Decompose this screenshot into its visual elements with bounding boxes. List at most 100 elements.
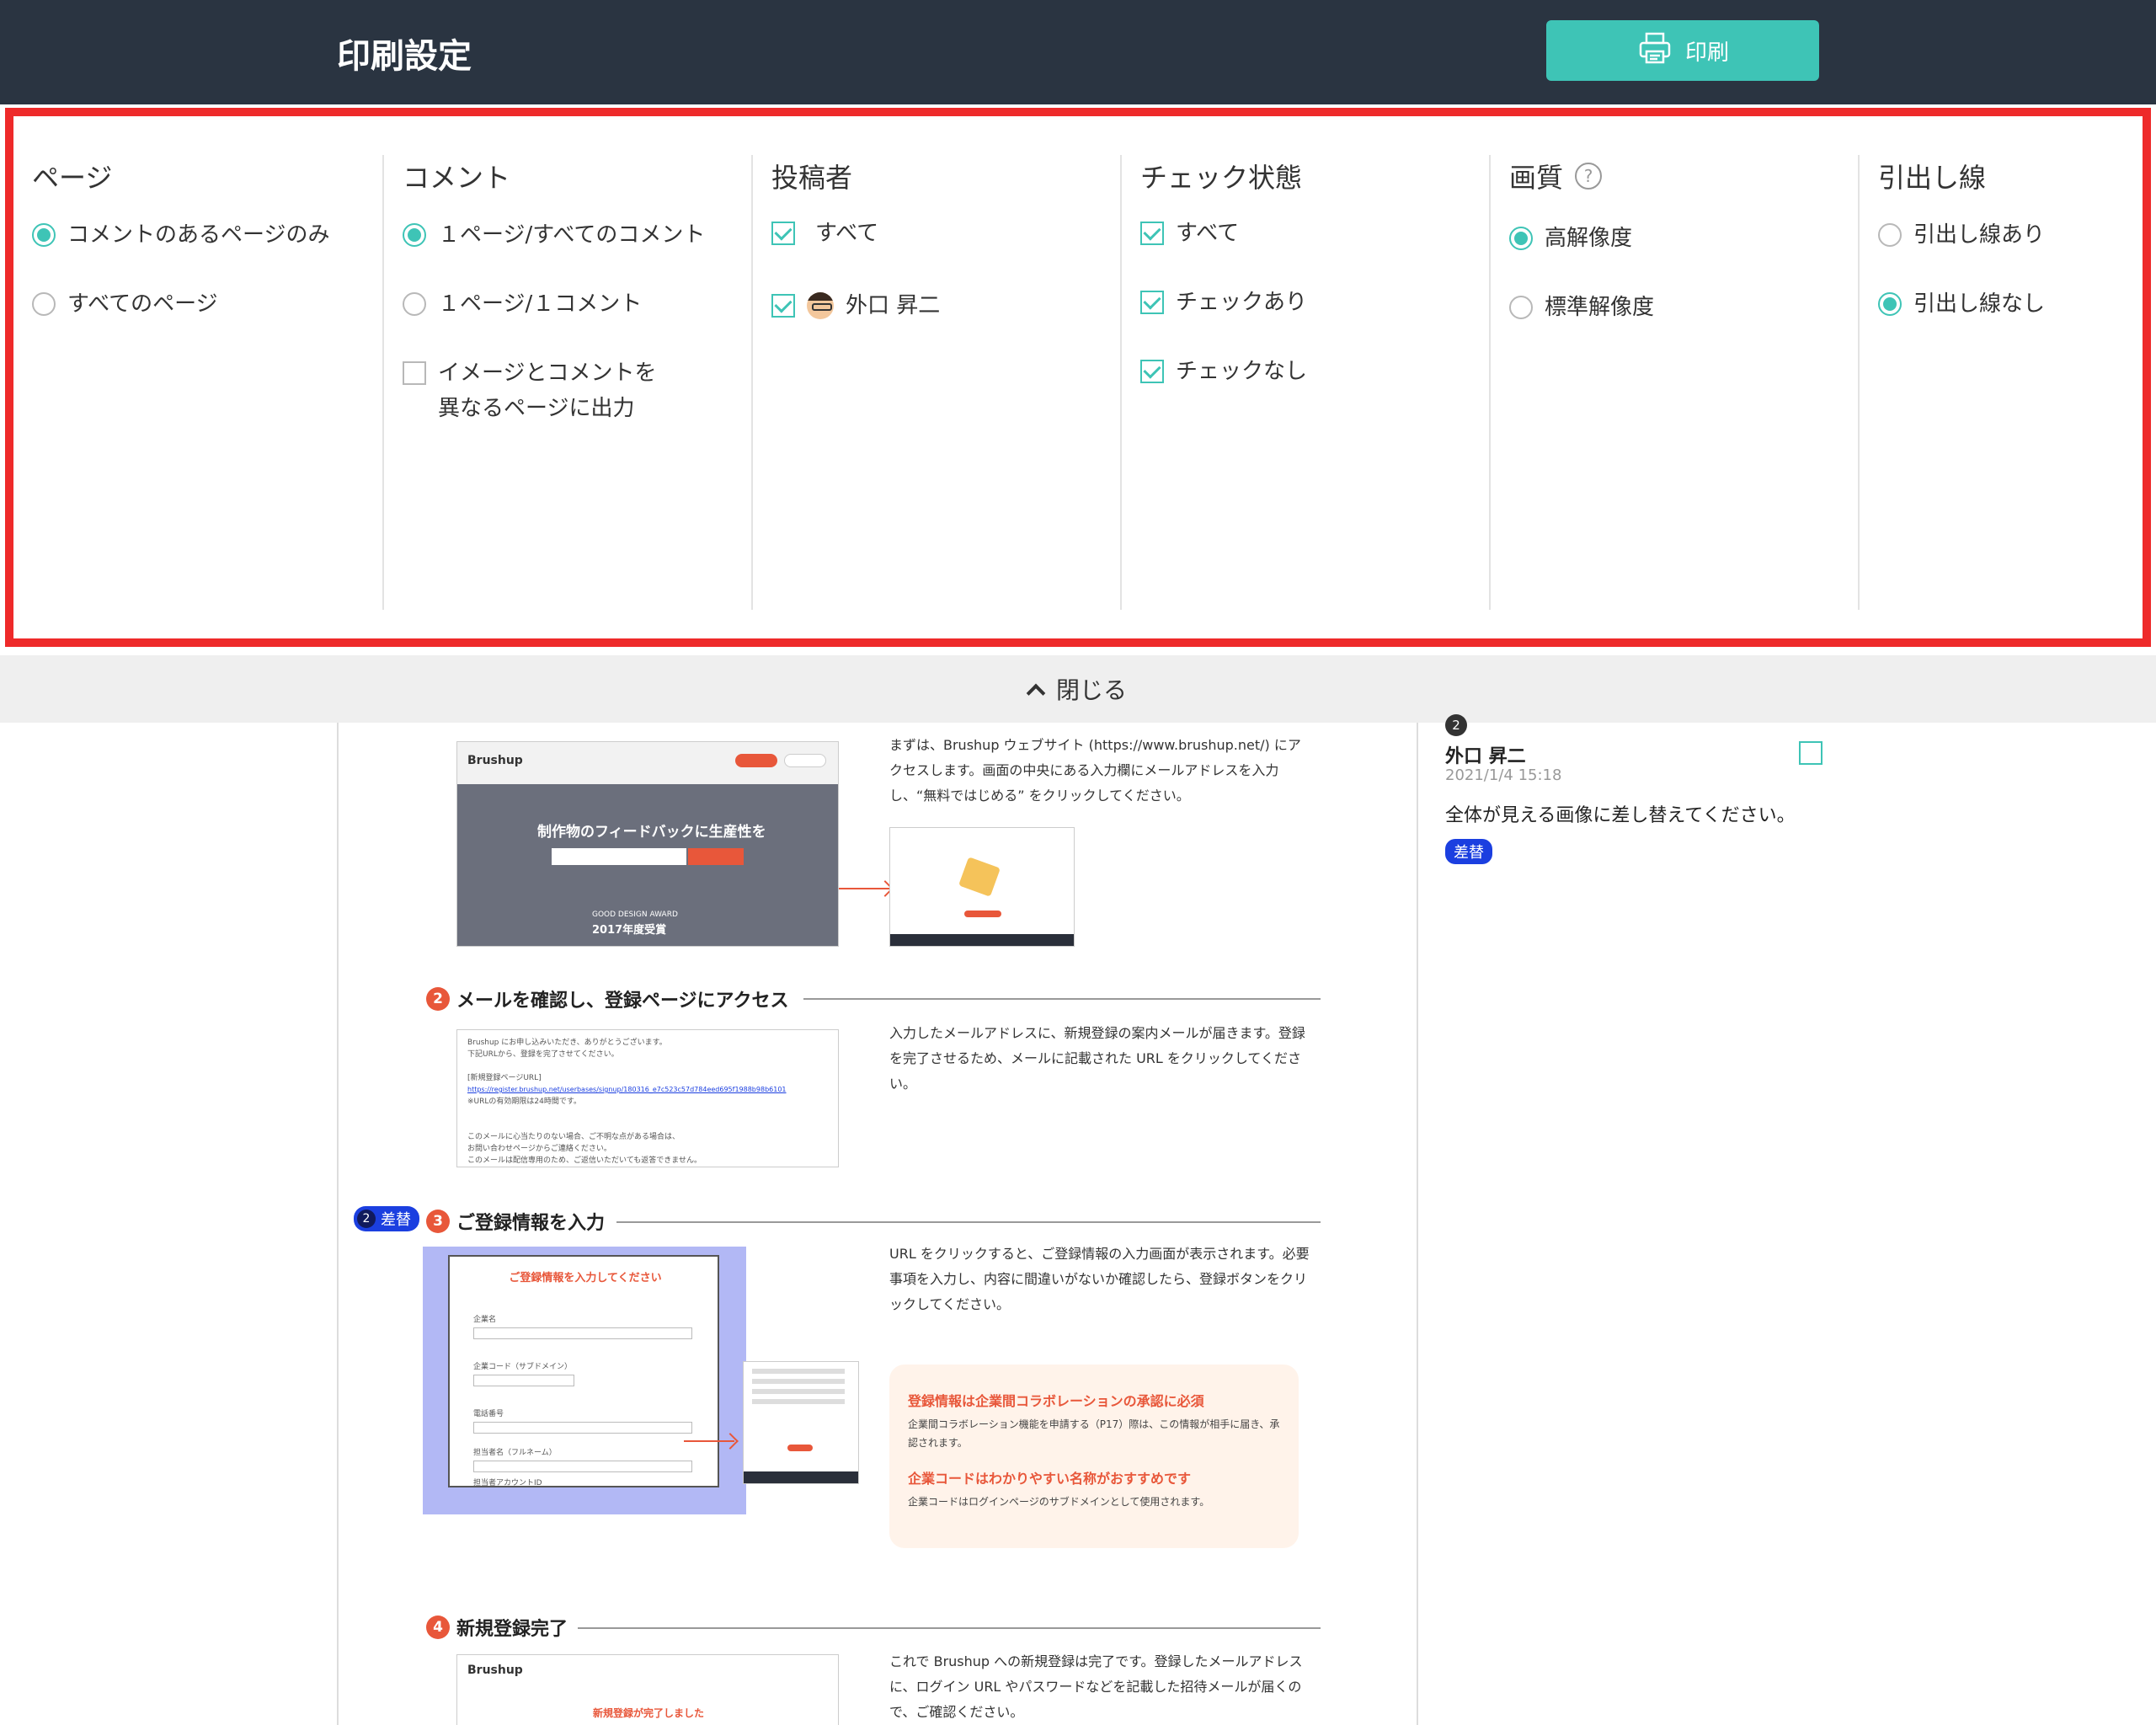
comment-number: 2 <box>1445 714 1467 736</box>
email-line: 下記URLから、登録を完了させてください。 <box>467 1050 619 1059</box>
tip-text-1: 企業間コラボレーション機能を申請する（P17）際は、この情報が相手に届き、承認さ… <box>908 1418 1280 1449</box>
option-one-page-one-comment[interactable]: １ページ/１コメント <box>403 286 642 322</box>
confirmation-screenshot <box>889 827 1075 947</box>
option-separate-pages[interactable]: イメージとコメントを 異なるページに出力 <box>403 355 656 426</box>
radio[interactable] <box>32 292 56 316</box>
radio-selected[interactable] <box>1878 292 1902 316</box>
checkbox[interactable] <box>403 361 426 385</box>
award-line1: GOOD DESIGN AWARD <box>592 911 678 919</box>
radio-selected[interactable] <box>403 223 426 247</box>
form-field-label: 担当者名（フルネーム） <box>473 1449 557 1457</box>
option-unchecked[interactable]: チェックなし <box>1140 354 1307 389</box>
annotation-tag[interactable]: 2 差替 <box>354 1206 419 1231</box>
radio[interactable] <box>1878 223 1902 247</box>
divider <box>803 998 1321 1000</box>
step-number: 3 <box>426 1210 450 1233</box>
close-label: 閉じる <box>1055 676 1127 704</box>
email-line: このメールに心当たりのない場合、ご不明な点がある場合は、 <box>467 1133 680 1141</box>
step3-text: URL をクリックすると、ご登録情報の入力画面が表示されます。必要事項を入力し、… <box>889 1246 1310 1312</box>
arrow-icon <box>684 1440 734 1442</box>
tip-text-2: 企業コードはログインページのサブドメインとして使用されます。 <box>908 1496 1210 1508</box>
headline: 制作物のフィードバックに生産性を <box>537 824 766 841</box>
separate-pages-line2: 異なるページに出力 <box>438 396 635 421</box>
chevron-up-icon <box>1026 683 1046 703</box>
comment-checkbox[interactable] <box>1799 741 1822 765</box>
completion-text: 新規登録が完了しました <box>592 1707 704 1719</box>
option-one-page-all-comments[interactable]: １ページ/すべてのコメント <box>403 217 705 253</box>
radio[interactable] <box>403 292 426 316</box>
poster-heading: 投稿者 <box>771 162 853 194</box>
option-checked[interactable]: チェックあり <box>1140 285 1307 320</box>
avatar <box>807 292 834 319</box>
arrow-icon <box>839 888 889 889</box>
comment-sidebar: 2 外口 昇二 2021/1/4 15:18 全体が見える画像に差し替えてくださ… <box>1420 714 2156 1725</box>
form-confirm-screenshot <box>743 1361 859 1484</box>
tip-box: 登録情報は企業間コラボレーションの承認に必須 企業間コラボレーション機能を申請す… <box>889 1365 1299 1548</box>
website-screenshot: Brushup 制作物のフィードバックに生産性を GOOD DESIGN AWA… <box>456 741 839 947</box>
checkbox-checked[interactable] <box>1140 291 1164 314</box>
document-preview: Brushup 制作物のフィードバックに生産性を GOOD DESIGN AWA… <box>337 723 1418 1725</box>
email-line <box>467 1060 828 1072</box>
email-screenshot: Brushup にお申し込みいただき、ありがとうございます。 下記URLから、登… <box>456 1029 839 1167</box>
comment-column: コメント １ページ/すべてのコメント １ページ/１コメント イメージとコメントを… <box>384 155 753 610</box>
option-leader-on[interactable]: 引出し線あり <box>1878 217 2045 253</box>
leader-line-column: 引出し線 引出し線あり 引出し線なし <box>1860 155 2146 610</box>
comment-tag: 差替 <box>1445 839 1492 864</box>
annotation-number: 2 <box>357 1210 376 1228</box>
annotation-label: 差替 <box>381 1211 411 1229</box>
tip-title-2: 企業コードはわかりやすい名称がおすすめです <box>908 1471 1192 1487</box>
check-status-column: チェック状態 すべて チェックあり チェックなし <box>1122 155 1491 610</box>
checkbox-checked[interactable] <box>771 294 795 318</box>
option-poster-user[interactable]: 外口 昇二 <box>771 288 940 323</box>
printer-icon <box>1636 29 1673 72</box>
option-check-all[interactable]: すべて <box>1140 216 1239 251</box>
comment-heading: コメント <box>403 162 511 194</box>
comment-date: 2021/1/4 15:18 <box>1445 766 1562 784</box>
page-column: ページ コメントのあるページのみ すべてのページ <box>13 155 384 610</box>
page-title: 印刷設定 <box>337 37 472 76</box>
option-leader-off[interactable]: 引出し線なし <box>1878 286 2045 322</box>
email-line: このメールは配信専用のため、ご返信いただいても返答できません。 <box>467 1156 702 1165</box>
print-button[interactable]: 印刷 <box>1546 20 1819 81</box>
email-line <box>467 1108 828 1119</box>
checkbox-checked[interactable] <box>771 222 795 245</box>
page-heading: ページ <box>32 162 113 194</box>
option-standard-resolution[interactable]: 標準解像度 <box>1509 290 1654 325</box>
radio[interactable] <box>1509 296 1533 319</box>
comment-body: 全体が見える画像に差し替えてください。 <box>1445 805 1796 826</box>
radio-selected[interactable] <box>32 223 56 247</box>
quality-heading: 画質 <box>1509 162 1564 194</box>
brushup-logo: Brushup <box>467 1664 523 1677</box>
form-field-label: 企業名 <box>473 1316 497 1324</box>
radio-selected[interactable] <box>1509 227 1533 250</box>
comment-author: 外口 昇二 <box>1445 746 1526 767</box>
help-icon[interactable]: ? <box>1575 163 1603 190</box>
divider <box>578 1627 1321 1629</box>
step-number: 4 <box>426 1616 450 1639</box>
step2-text: 入力したメールアドレスに、新規登録の案内メールが届きます。登録を完了させるため、… <box>889 1025 1305 1092</box>
top-bar: 印刷設定 印刷 <box>0 0 2156 104</box>
check-status-heading: チェック状態 <box>1140 162 1303 194</box>
step4-text: これで Brushup への新規登録は完了です。登録したメールアドレスに、ログイ… <box>889 1653 1303 1720</box>
completion-screenshot: Brushup 新規登録が完了しました <box>456 1654 839 1725</box>
close-settings-button[interactable]: 閉じる <box>0 655 2156 723</box>
email-line: お問い合わせページからご連絡ください。 <box>467 1145 611 1153</box>
poster-column: 投稿者 すべて 外口 昇二 <box>753 155 1122 610</box>
quality-column: 画質 ? 高解像度 標準解像度 <box>1491 155 1860 610</box>
option-comment-pages-only[interactable]: コメントのあるページのみ <box>32 217 329 253</box>
checkbox-checked[interactable] <box>1140 222 1164 245</box>
step3-heading: 3 ご登録情報を入力 <box>426 1208 605 1235</box>
checkbox-checked[interactable] <box>1140 360 1164 383</box>
email-line: Brushup にお申し込みいただき、ありがとうございます。 <box>467 1039 667 1047</box>
form-field-label: 企業コード（サブドメイン） <box>473 1363 573 1371</box>
option-high-resolution[interactable]: 高解像度 <box>1509 221 1632 256</box>
email-link: https://register.brushup.net/userbases/s… <box>467 1086 787 1093</box>
leader-line-heading: 引出し線 <box>1878 162 1987 194</box>
print-button-label: 印刷 <box>1684 40 1729 66</box>
option-all-pages[interactable]: すべてのページ <box>32 286 218 322</box>
step-number: 2 <box>426 987 450 1011</box>
step1-text: まずは、Brushup ウェブサイト (https://www.brushup.… <box>889 737 1301 804</box>
option-poster-all[interactable]: すべて <box>771 216 878 251</box>
form-title: ご登録情報を入力してください <box>509 1272 662 1284</box>
email-line <box>467 1119 828 1131</box>
